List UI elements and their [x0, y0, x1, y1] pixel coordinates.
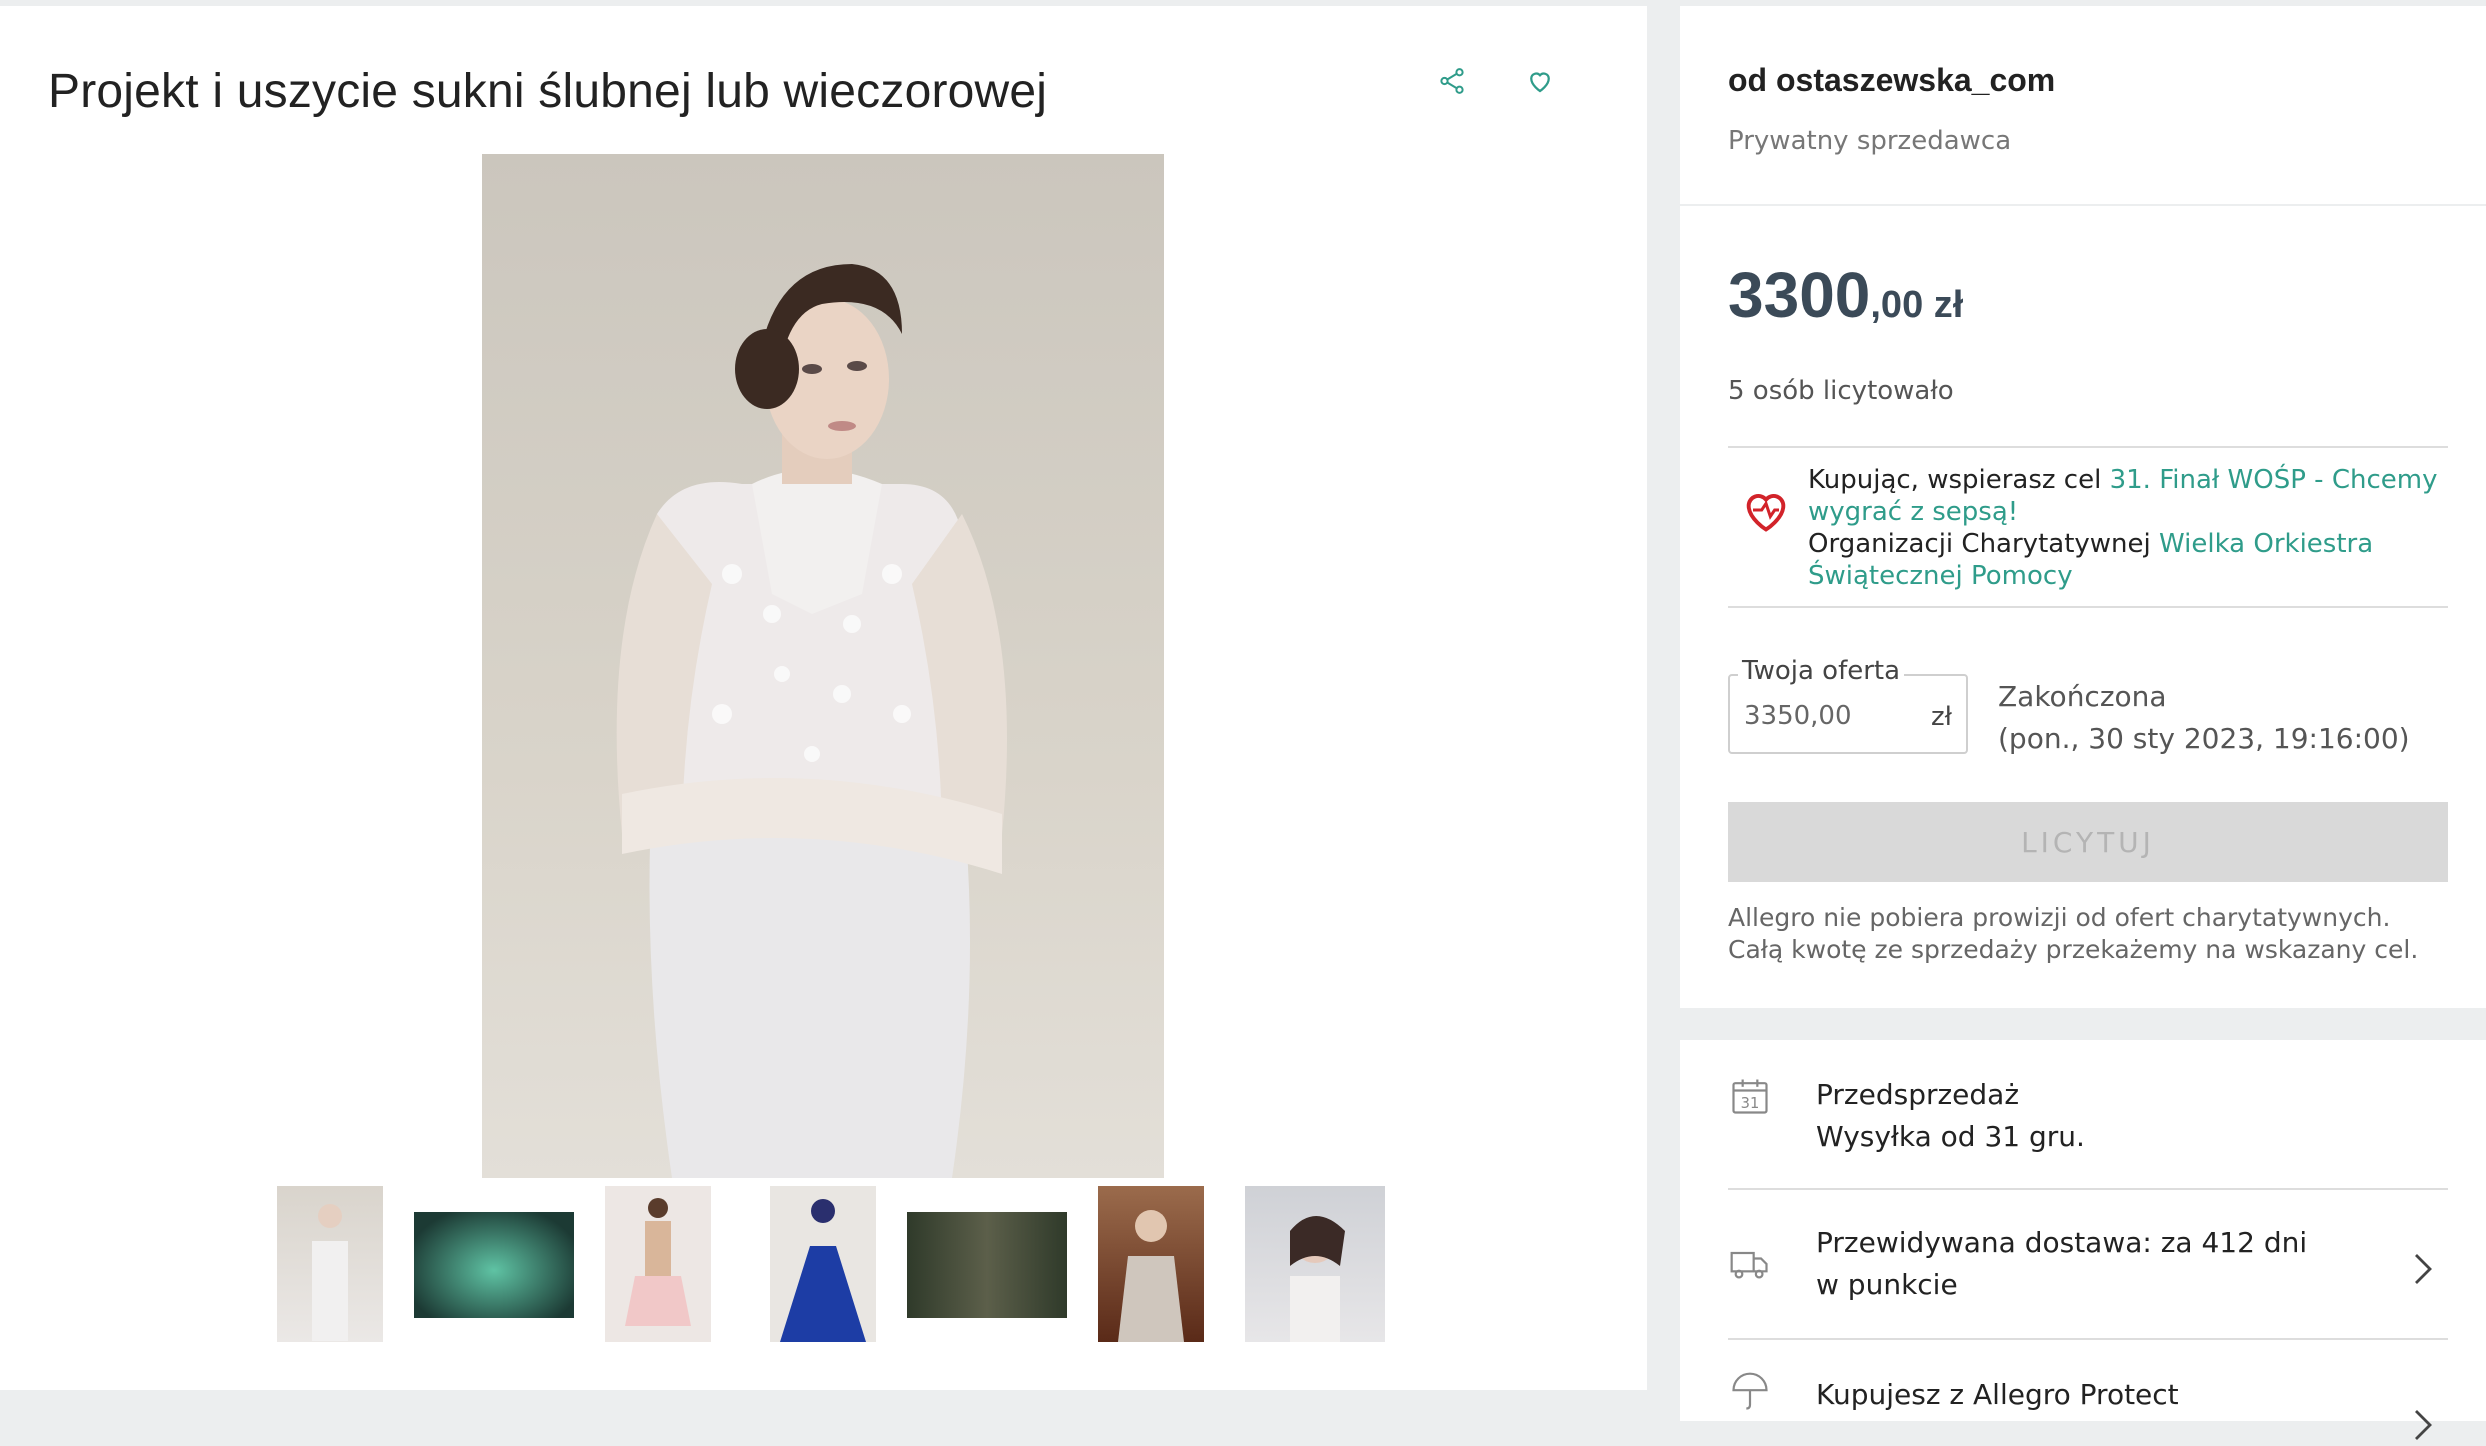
price-fraction: ,00 zł	[1870, 284, 1964, 326]
charity-prefix: Kupując, wspierasz cel	[1808, 465, 2110, 495]
divider	[1728, 1188, 2448, 1190]
calendar-icon: 31	[1732, 1079, 1768, 1114]
auction-status: Zakończona (pon., 30 sty 2023, 19:16:00)	[1998, 676, 2410, 760]
chevron-right-icon	[2415, 1254, 2432, 1284]
bid-field: Twoja oferta zł	[1728, 656, 1968, 754]
charity-org-prefix: Organizacji Charytatywnej	[1808, 529, 2159, 559]
chevron-right-icon	[2415, 1410, 2432, 1440]
presale-shipping: Wysyłka od 31 gru.	[1816, 1120, 2085, 1153]
bride-photo	[616, 264, 1007, 1178]
gallery-card: Projekt i uszycie sukni ślubnej lub wiec…	[0, 6, 1647, 1390]
bidders-count: 5 osób licytowało	[1728, 376, 1954, 406]
delivery-eta: Przewidywana dostawa: za 412 dni w punkc…	[1816, 1226, 2308, 1301]
page-title: Projekt i uszycie sukni ślubnej lub wiec…	[48, 65, 1048, 118]
thumbnail-1[interactable]	[277, 1186, 383, 1342]
heart-outline-icon	[1530, 72, 1550, 93]
share-button[interactable]	[1433, 62, 1471, 100]
thumbnail-4[interactable]	[770, 1186, 876, 1342]
presale-title: Przedsprzedaż	[1816, 1078, 2020, 1111]
thumbnail-image	[780, 1199, 866, 1342]
price-integer: 3300	[1728, 259, 1871, 331]
umbrella-icon	[1732, 1372, 1768, 1410]
divider	[1728, 446, 2448, 448]
charity-heart-icon	[1746, 494, 1786, 532]
allegro-protect: Kupujesz z Allegro Protect	[1816, 1378, 2179, 1411]
allegro-protect-row[interactable]: Kupujesz z Allegro Protect	[1728, 1372, 2448, 1440]
delivery-eta-row[interactable]: Przewidywana dostawa: za 412 dni w punkc…	[1728, 1222, 2448, 1312]
bid-field-label: Twoja oferta	[1738, 656, 1905, 686]
thumbnail-3[interactable]	[605, 1186, 711, 1342]
divider	[1728, 606, 2448, 608]
thumbnail-5[interactable]	[907, 1212, 1067, 1318]
offer-card: 3300,00 zł 5 osób licytowało Kupując, ws…	[1680, 206, 2486, 1008]
charity-note: Allegro nie pobiera prowizji od ofert ch…	[1728, 903, 2419, 964]
auction-status-label: Zakończona	[1998, 680, 2167, 713]
seller-name[interactable]: od ostaszewska_com	[1728, 62, 2055, 99]
delivery-card: 31 Przedsprzedaż Wysyłka od 31 gru. Prze…	[1680, 1040, 2486, 1440]
seller-type: Prywatny sprzedawca	[1728, 126, 2012, 156]
bid-button[interactable]: LICYTUJ	[1728, 802, 2448, 882]
thumbnail-2[interactable]	[414, 1212, 574, 1318]
main-product-image[interactable]	[482, 154, 1164, 1178]
thumbnail-image	[625, 1198, 691, 1326]
thumbnail-6[interactable]	[1098, 1186, 1204, 1342]
thumbnail-image	[1118, 1210, 1184, 1342]
price: 3300,00 zł	[1728, 258, 1963, 332]
add-to-favorites-button[interactable]	[1521, 62, 1559, 100]
thumbnail-image	[1290, 1216, 1345, 1342]
thumbnail-7[interactable]	[1245, 1186, 1385, 1342]
bid-currency: zł	[1930, 702, 1952, 732]
thumbnail-image	[312, 1204, 348, 1341]
calendar-day: 31	[1741, 1095, 1760, 1112]
auction-end-date: (pon., 30 sty 2023, 19:16:00)	[1998, 722, 2410, 755]
divider	[1728, 1338, 2448, 1340]
thumbnail-strip	[0, 1186, 1647, 1346]
seller-card: od ostaszewska_com Prywatny sprzedawca	[1680, 6, 2486, 204]
presale-row: 31 Przedsprzedaż Wysyłka od 31 gru.	[1728, 1074, 2448, 1164]
truck-icon	[1730, 1251, 1768, 1279]
right-column: od ostaszewska_com Prywatny sprzedawca 3…	[1680, 0, 2486, 1440]
share-icon	[1440, 68, 1464, 94]
bid-input[interactable]	[1744, 696, 1914, 736]
